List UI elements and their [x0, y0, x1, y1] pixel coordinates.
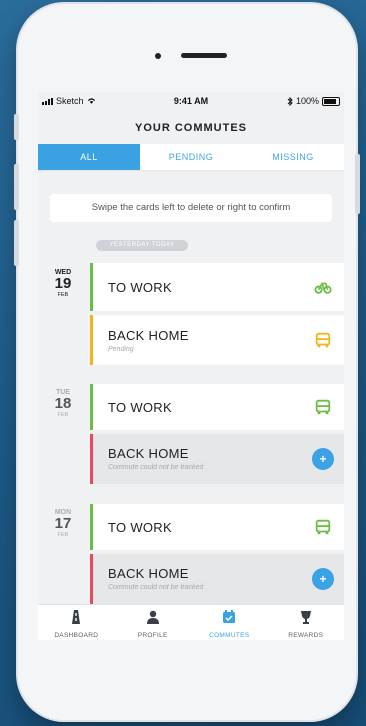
tab-all[interactable]: ALL [38, 144, 140, 170]
bottom-nav: DASHBOARD PROFILE COMMUTES REWARDS [38, 604, 344, 640]
commute-name: TO WORK [108, 400, 172, 415]
power-button [355, 154, 360, 214]
commute-name: BACK HOME [108, 328, 189, 343]
commute-name: BACK HOME [108, 566, 189, 581]
app-screen: Sketch 9:41 AM 100% YOUR COMMUTES ALL PE… [38, 92, 344, 640]
bluetooth-icon [287, 96, 293, 106]
nav-label: COMMUTES [209, 632, 250, 639]
add-commute-button[interactable]: + [312, 568, 334, 590]
commute-status: Commute could not be tracked [108, 584, 204, 591]
status-bar-green [90, 384, 93, 430]
nav-label: DASHBOARD [54, 632, 99, 639]
bike-icon [314, 282, 332, 294]
bus-icon [315, 519, 331, 535]
trophy-icon [300, 611, 311, 624]
status-bar-red [90, 554, 93, 604]
commute-status: Commute could not be tracked [108, 464, 204, 471]
commute-card-wed-back-home[interactable]: BACK HOME Pending [90, 315, 344, 365]
commute-card-mon-to-work[interactable]: TO WORK [90, 504, 344, 550]
nav-dashboard[interactable]: DASHBOARD [38, 605, 115, 640]
battery-percent: 100% [295, 96, 319, 106]
commute-card-mon-back-home[interactable]: BACK HOME Commute could not be tracked + [90, 554, 344, 604]
date-day: 18 [54, 395, 72, 412]
volume-up-button [14, 164, 19, 210]
swipe-hint: Swipe the cards left to delete or right … [50, 194, 332, 222]
volume-down-button [14, 220, 19, 266]
profile-icon [146, 610, 159, 624]
commute-card-tue-to-work[interactable]: TO WORK [90, 384, 344, 430]
date-month: FEB [57, 412, 69, 418]
bus-icon [315, 399, 331, 415]
nav-profile[interactable]: PROFILE [115, 605, 192, 640]
filter-tabs: ALL PENDING MISSING [38, 144, 344, 171]
status-bar-green [90, 263, 93, 311]
add-commute-button[interactable]: + [312, 448, 334, 470]
nav-commutes[interactable]: COMMUTES [191, 605, 268, 640]
calendar-icon [223, 610, 236, 623]
date-month: FEB [57, 532, 69, 538]
commute-card-wed-to-work[interactable]: TO WORK [90, 263, 344, 311]
status-bar-yellow [90, 315, 93, 365]
status-bar-red [90, 434, 93, 484]
section-label: YESTERDAY TODAY [96, 240, 188, 251]
front-camera [155, 53, 161, 59]
commute-name: TO WORK [108, 280, 172, 295]
date-day: 17 [54, 515, 72, 532]
date-day: 19 [54, 275, 72, 292]
earpiece-speaker [181, 53, 227, 58]
commute-name: BACK HOME [108, 446, 189, 461]
bus-icon [315, 332, 331, 348]
mute-switch [14, 114, 19, 140]
nav-label: REWARDS [288, 632, 324, 639]
commute-status: Pending [108, 346, 134, 353]
page-title: YOUR COMMUTES [135, 122, 247, 134]
tab-pending[interactable]: PENDING [140, 144, 242, 170]
battery-icon [322, 96, 340, 106]
dashboard-icon [72, 610, 81, 624]
date-mon-17: MON 17 FEB [48, 509, 78, 538]
commute-name: TO WORK [108, 520, 172, 535]
commute-card-tue-back-home[interactable]: BACK HOME Commute could not be tracked + [90, 434, 344, 484]
nav-rewards[interactable]: REWARDS [268, 605, 345, 640]
date-tue-18: TUE 18 FEB [48, 389, 78, 418]
date-wed-19: WED 19 FEB [48, 269, 78, 298]
nav-label: PROFILE [137, 632, 168, 639]
status-bar-green [90, 504, 93, 550]
date-month: FEB [57, 292, 69, 298]
tab-missing[interactable]: MISSING [242, 144, 344, 170]
status-bar: Sketch 9:41 AM 100% [38, 92, 344, 110]
